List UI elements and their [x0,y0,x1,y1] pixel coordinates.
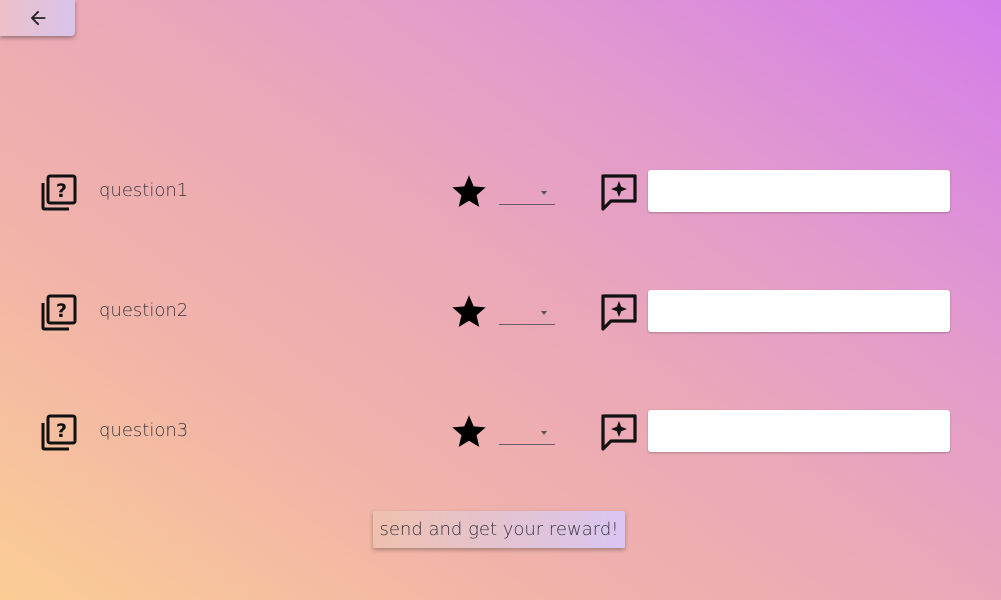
back-button[interactable] [0,0,75,36]
rate-review-icon [601,294,637,331]
quiz-icon: ? [41,174,77,211]
chevron-down-icon [541,191,547,195]
comment-input[interactable] [648,410,950,452]
arrow-left-icon [30,10,45,26]
star-icon [452,175,486,207]
feedback-screen: ? question1 ? question2 ? question3 send… [0,0,1001,600]
svg-text:?: ? [56,420,67,442]
question-label: question1 [99,180,189,201]
send-reward-button[interactable]: send and get your reward! [373,511,625,548]
question-label: question2 [99,300,189,321]
quiz-icon: ? [41,294,77,331]
svg-text:?: ? [56,180,67,202]
quiz-icon: ? [41,414,77,451]
rate-review-icon [601,414,637,451]
svg-text:?: ? [56,300,67,322]
rating-dropdown[interactable] [499,420,555,445]
question-row-1: ? question1 [0,170,1001,222]
chevron-down-icon [541,431,547,435]
question-row-2: ? question2 [0,290,1001,342]
question-row-3: ? question3 [0,410,1001,462]
comment-input[interactable] [648,290,950,332]
rating-dropdown[interactable] [499,180,555,205]
question-label: question3 [99,420,189,441]
star-icon [452,295,486,327]
rating-dropdown[interactable] [499,300,555,325]
chevron-down-icon [541,311,547,315]
comment-input[interactable] [648,170,950,212]
star-icon [452,415,486,447]
rate-review-icon [601,174,637,211]
